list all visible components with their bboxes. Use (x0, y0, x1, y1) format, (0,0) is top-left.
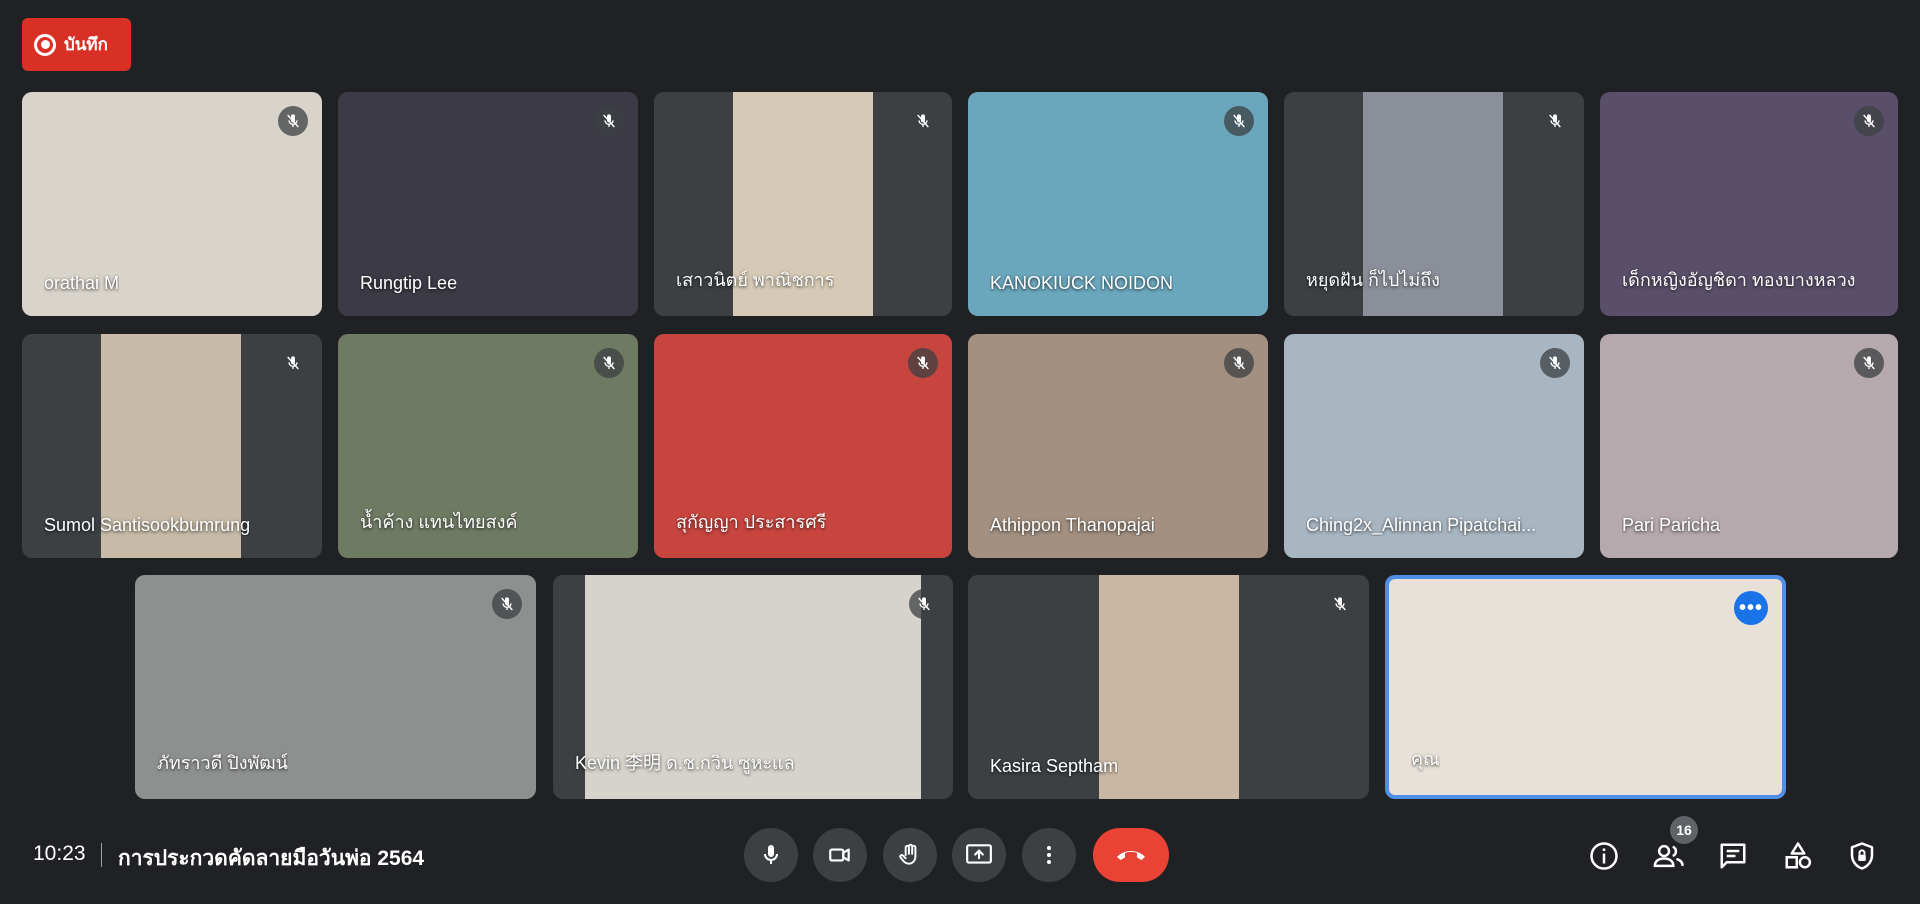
activities-button[interactable] (1778, 836, 1818, 876)
participant-name: เสาวนิตย์ พาณิชการ (676, 270, 835, 290)
activities-icon (1785, 842, 1812, 869)
meet-stage: บันทึก orathai M Rungtip Lee เสาวนิตย์ พ… (0, 0, 1920, 904)
participant-tile[interactable]: น้ำค้าง แทนไทยสงค์ (338, 334, 638, 558)
recording-label: บันทึก (64, 35, 108, 54)
mic-off-icon (1224, 348, 1254, 378)
participant-count-badge: 16 (1670, 816, 1698, 844)
more-options-icon[interactable]: ••• (1734, 591, 1768, 625)
participant-tile[interactable]: เด็กหญิงอัญชิดา ทองบางหลวง (1600, 92, 1898, 316)
raise-hand-button[interactable] (883, 828, 937, 882)
participant-tile[interactable]: หยุดฝัน ก็ไปไม่ถึง (1284, 92, 1584, 316)
host-controls-icon (1850, 842, 1874, 870)
participant-name: คุณ (1411, 749, 1440, 769)
participant-name: Kasira Septham (990, 756, 1119, 776)
participant-video (1389, 579, 1782, 795)
present-button[interactable] (952, 828, 1006, 882)
recording-badge[interactable]: บันทึก (22, 18, 131, 71)
present-screen-icon (966, 844, 992, 864)
participant-tile[interactable]: Rungtip Lee (338, 92, 638, 316)
info-icon (1590, 842, 1618, 870)
mic-off-icon (1540, 348, 1570, 378)
participant-name: ภัทราวดี ปิงพัฒน์ (157, 753, 288, 773)
mic-off-icon (908, 106, 938, 136)
divider (101, 843, 102, 867)
camera-icon (829, 848, 850, 862)
chat-button[interactable] (1713, 836, 1753, 876)
participant-tile[interactable]: KANOKIUCK NOIDON (968, 92, 1268, 316)
mic-off-icon (278, 106, 308, 136)
mic-off-icon (594, 106, 624, 136)
mic-off-icon (1854, 106, 1884, 136)
mic-off-icon (1325, 589, 1355, 619)
participant-tile[interactable]: เสาวนิตย์ พาณิชการ (654, 92, 952, 316)
mic-off-icon (909, 589, 939, 619)
leave-call-button[interactable] (1093, 828, 1169, 882)
participant-video (1099, 575, 1239, 799)
meeting-details-button[interactable] (1584, 836, 1624, 876)
participant-name: Athippon Thanopajai (990, 515, 1155, 535)
participant-tile[interactable]: Kasira Septham (968, 575, 1369, 799)
participant-tile[interactable]: Ching2x_Alinnan Pipatchai... (1284, 334, 1584, 558)
mic-off-icon (1224, 106, 1254, 136)
participant-tile[interactable]: Sumol Santisookbumrung (22, 334, 322, 558)
self-tile[interactable]: ••• คุณ (1385, 575, 1786, 799)
hand-icon (899, 843, 917, 865)
mic-button[interactable] (744, 828, 798, 882)
participant-name: Rungtip Lee (360, 273, 458, 293)
participant-name: orathai M (44, 273, 120, 293)
mic-off-icon (1854, 348, 1884, 378)
chat-icon (1720, 843, 1746, 869)
participant-name: Ching2x_Alinnan Pipatchai... (1306, 515, 1537, 535)
participant-name: หยุดฝัน ก็ไปไม่ถึง (1306, 270, 1440, 290)
hangup-icon (1117, 851, 1145, 860)
participant-tile[interactable]: Athippon Thanopajai (968, 334, 1268, 558)
more-vert-icon (1047, 846, 1051, 864)
mic-off-icon (492, 589, 522, 619)
people-icon (1653, 844, 1684, 868)
host-controls-button[interactable] (1842, 836, 1882, 876)
record-icon (34, 33, 56, 56)
participant-name: KANOKIUCK NOIDON (990, 273, 1174, 293)
mic-off-icon (908, 348, 938, 378)
camera-button[interactable] (813, 828, 867, 882)
clock: 10:23 (33, 842, 86, 865)
participant-name: Pari Paricha (1622, 515, 1721, 535)
participant-tile[interactable]: Pari Paricha (1600, 334, 1898, 558)
participant-name: เด็กหญิงอัญชิดา ทองบางหลวง (1622, 270, 1856, 290)
participant-tile[interactable]: Kevin 李明 ด.ช.กวิน ซูหะแล (553, 575, 953, 799)
microphone-icon (764, 845, 778, 864)
mic-off-icon (1540, 106, 1570, 136)
participant-name: Sumol Santisookbumrung (44, 515, 251, 535)
participant-name: Kevin 李明 ด.ช.กวิน ซูหะแล (575, 753, 795, 773)
participant-tile[interactable]: orathai M (22, 92, 322, 316)
mic-off-icon (594, 348, 624, 378)
participant-name: น้ำค้าง แทนไทยสงค์ (360, 512, 518, 532)
participant-name: สุกัญญา ประสารศรี (676, 512, 827, 532)
meeting-title: การประกวดคัดลายมือวันพ่อ 2564 (118, 847, 425, 870)
participant-tile[interactable]: สุกัญญา ประสารศรี (654, 334, 952, 558)
participant-tile[interactable]: ภัทราวดี ปิงพัฒน์ (135, 575, 536, 799)
more-options-button[interactable] (1022, 828, 1076, 882)
mic-off-icon (278, 348, 308, 378)
